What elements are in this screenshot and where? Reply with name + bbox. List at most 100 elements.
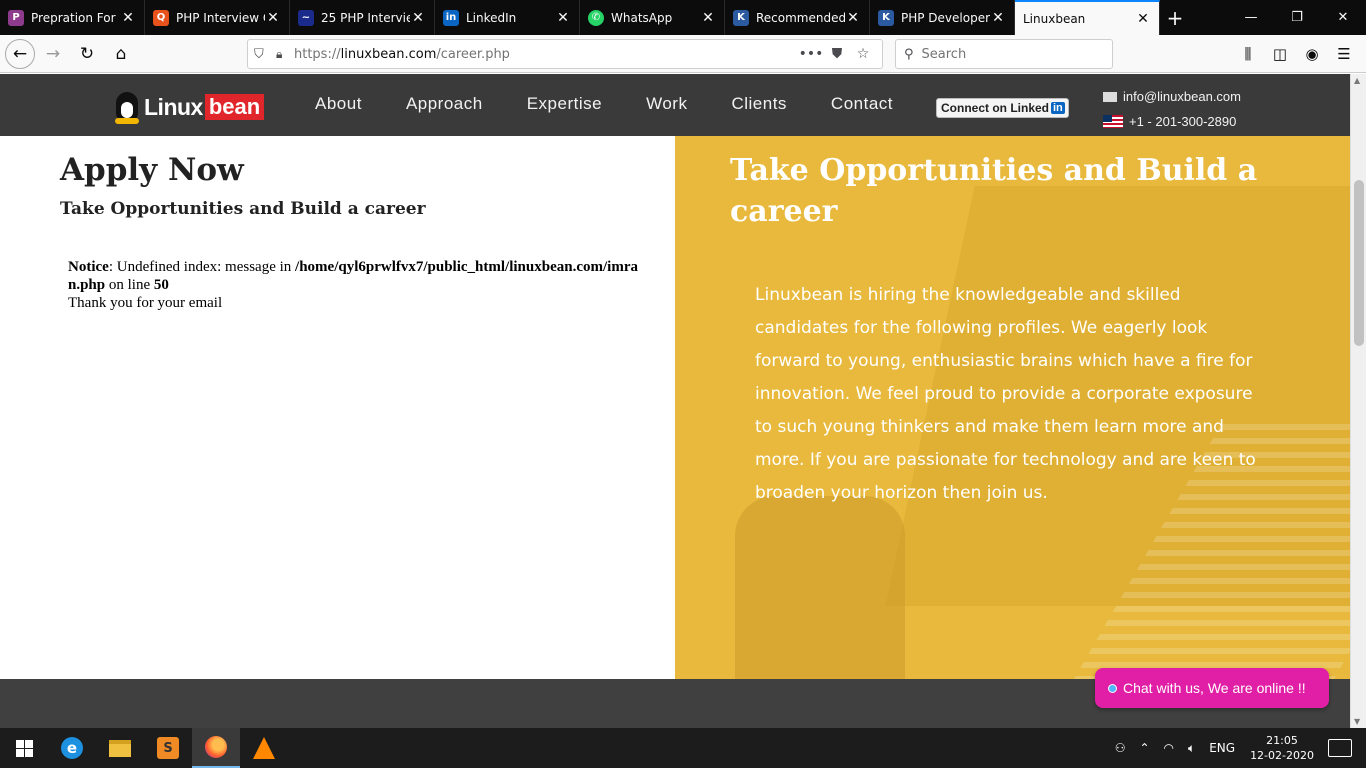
php-notice: Notice: Undefined index: message in /hom… <box>68 258 648 312</box>
nav-work[interactable]: Work <box>646 94 687 114</box>
scroll-down-icon[interactable]: ▼ <box>1354 717 1360 726</box>
header-contact: info@linuxbean.com +1 - 201-300-2890 <box>1103 84 1241 134</box>
background-plant-image <box>735 496 905 679</box>
tab-label: Recommended <box>756 10 845 25</box>
url-prefix: https:// <box>294 46 341 62</box>
contact-email[interactable]: info@linuxbean.com <box>1123 89 1241 104</box>
tab-php-interview[interactable]: Q PHP Interview Q ✕ <box>145 0 290 35</box>
scroll-up-icon[interactable]: ▲ <box>1354 76 1360 85</box>
nav-about[interactable]: About <box>315 94 362 114</box>
account-icon[interactable]: ◉ <box>1296 38 1328 70</box>
bookmark-star-icon[interactable]: ☆ <box>850 46 876 62</box>
start-button[interactable] <box>0 728 48 768</box>
tab-linkedin[interactable]: in LinkedIn ✕ <box>435 0 580 35</box>
menu-icon[interactable]: ☰ <box>1328 38 1360 70</box>
volume-icon[interactable]: 🔈︎ <box>1188 741 1195 756</box>
sidebar-icon[interactable]: ◫ <box>1264 38 1296 70</box>
tab-close-icon[interactable]: ✕ <box>120 10 136 26</box>
clock-date: 12-02-2020 <box>1250 749 1314 762</box>
tracking-shield-icon[interactable]: ⛉ <box>254 47 272 62</box>
people-icon[interactable]: ⚇ <box>1115 741 1126 755</box>
tab-close-icon[interactable]: ✕ <box>555 10 571 26</box>
sublime-text-icon: S <box>157 737 179 759</box>
tab-label: PHP Interview Q <box>176 10 265 25</box>
taskbar-sublime[interactable]: S <box>144 728 192 768</box>
browser-toolbar: ← → ↻ ⌂ ⛉ 🔒︎ https://linuxbean.com/caree… <box>0 35 1366 73</box>
search-icon: ⚲ <box>904 46 914 62</box>
library-icon[interactable]: ⫼ <box>1232 38 1264 70</box>
thank-you-text: Thank you for your email <box>68 295 223 311</box>
taskbar-vlc[interactable] <box>240 728 288 768</box>
tab-close-icon[interactable]: ✕ <box>1135 11 1151 27</box>
windows-icon <box>15 739 33 757</box>
clock[interactable]: 21:05 12-02-2020 <box>1250 733 1314 763</box>
restore-icon[interactable]: ❐ <box>1274 0 1320 35</box>
tab-close-icon[interactable]: ✕ <box>845 10 861 26</box>
url-domain: linuxbean.com <box>340 46 437 62</box>
show-hidden-icons-icon[interactable]: ⌃ <box>1139 741 1149 755</box>
page-subtitle: Take Opportunities and Build a career <box>60 199 426 219</box>
tab-label: Linuxbean <box>1023 11 1086 26</box>
tab-close-icon[interactable]: ✕ <box>700 10 716 26</box>
tab-prepration[interactable]: P Prepration For I ✕ <box>0 0 145 35</box>
window-controls: — ❐ ✕ <box>1228 0 1366 35</box>
url-text[interactable]: https://linuxbean.com/career.php <box>294 47 798 62</box>
penguin-icon <box>112 90 142 124</box>
web-page: Linux bean About Approach Expertise Work… <box>0 74 1350 728</box>
reload-icon[interactable]: ↻ <box>71 38 103 70</box>
logo-text-bean: bean <box>204 94 265 120</box>
url-bar[interactable]: ⛉ 🔒︎ https://linuxbean.com/career.php ••… <box>247 39 883 69</box>
tab-php-developer[interactable]: K PHP Developer ✕ <box>870 0 1015 35</box>
tab-favicon-icon: K <box>878 9 894 26</box>
folder-icon <box>109 739 131 757</box>
tab-favicon-icon: Q <box>153 9 169 26</box>
system-tray: ⚇ ⌃ ◠ 🔈︎ ENG 21:05 12-02-2020 <box>1108 733 1366 763</box>
close-window-icon[interactable]: ✕ <box>1320 0 1366 35</box>
tab-close-icon[interactable]: ✕ <box>265 10 281 26</box>
promo-title: Take Opportunities and Build a career <box>730 153 1258 229</box>
tab-label: 25 PHP Interview <box>321 10 410 25</box>
tab-linuxbean[interactable]: Linuxbean ✕ <box>1015 0 1160 35</box>
edge-icon: e <box>61 737 83 759</box>
tab-label: WhatsApp <box>611 10 673 25</box>
notice-line: 50 <box>153 277 169 293</box>
page-title: Apply Now <box>60 152 244 188</box>
tab-recommended[interactable]: K Recommended ✕ <box>725 0 870 35</box>
nav-expertise[interactable]: Expertise <box>527 94 602 114</box>
wifi-icon[interactable]: ◠ <box>1164 741 1174 755</box>
minimize-icon[interactable]: — <box>1228 0 1274 35</box>
nav-clients[interactable]: Clients <box>731 94 786 114</box>
contact-phone[interactable]: +1 - 201-300-2890 <box>1129 114 1236 129</box>
notice-line-text: on line <box>105 277 154 293</box>
back-button[interactable]: ← <box>5 38 35 69</box>
tab-label: PHP Developer <box>901 10 990 25</box>
page-scrollbar[interactable]: ▲ ▼ <box>1350 74 1366 728</box>
notifications-icon[interactable] <box>1328 739 1352 757</box>
online-dot-icon <box>1108 683 1117 693</box>
pocket-icon[interactable]: ⛊ <box>824 46 850 62</box>
scrollbar-thumb[interactable] <box>1354 180 1364 346</box>
tab-close-icon[interactable]: ✕ <box>410 10 426 26</box>
nav-approach[interactable]: Approach <box>406 94 483 114</box>
taskbar-edge[interactable]: e <box>48 728 96 768</box>
new-tab-button[interactable]: + <box>1160 0 1190 35</box>
connect-linkedin-button[interactable]: Connect on Linked in <box>936 98 1069 118</box>
linuxbean-logo[interactable]: Linux bean <box>112 90 265 124</box>
taskbar-firefox[interactable] <box>192 728 240 768</box>
page-actions-icon[interactable]: ••• <box>798 46 824 62</box>
taskbar-file-explorer[interactable] <box>96 728 144 768</box>
logo-text-linux: Linux <box>144 93 203 120</box>
linkedin-icon: in <box>443 9 459 26</box>
tab-favicon-icon: ~ <box>298 9 314 26</box>
forward-button[interactable]: → <box>37 38 69 70</box>
nav-contact[interactable]: Contact <box>831 94 893 114</box>
chat-button[interactable]: Chat with us, We are online !! <box>1095 668 1329 708</box>
tab-label: Prepration For I <box>31 10 120 25</box>
lock-icon[interactable]: 🔒︎ <box>276 47 294 62</box>
tab-25-php[interactable]: ~ 25 PHP Interview ✕ <box>290 0 435 35</box>
search-input[interactable]: ⚲ Search <box>895 39 1113 69</box>
tab-whatsapp[interactable]: ✆ WhatsApp ✕ <box>580 0 725 35</box>
home-icon[interactable]: ⌂ <box>105 38 137 70</box>
tab-close-icon[interactable]: ✕ <box>990 10 1006 26</box>
language-indicator[interactable]: ENG <box>1209 741 1235 755</box>
